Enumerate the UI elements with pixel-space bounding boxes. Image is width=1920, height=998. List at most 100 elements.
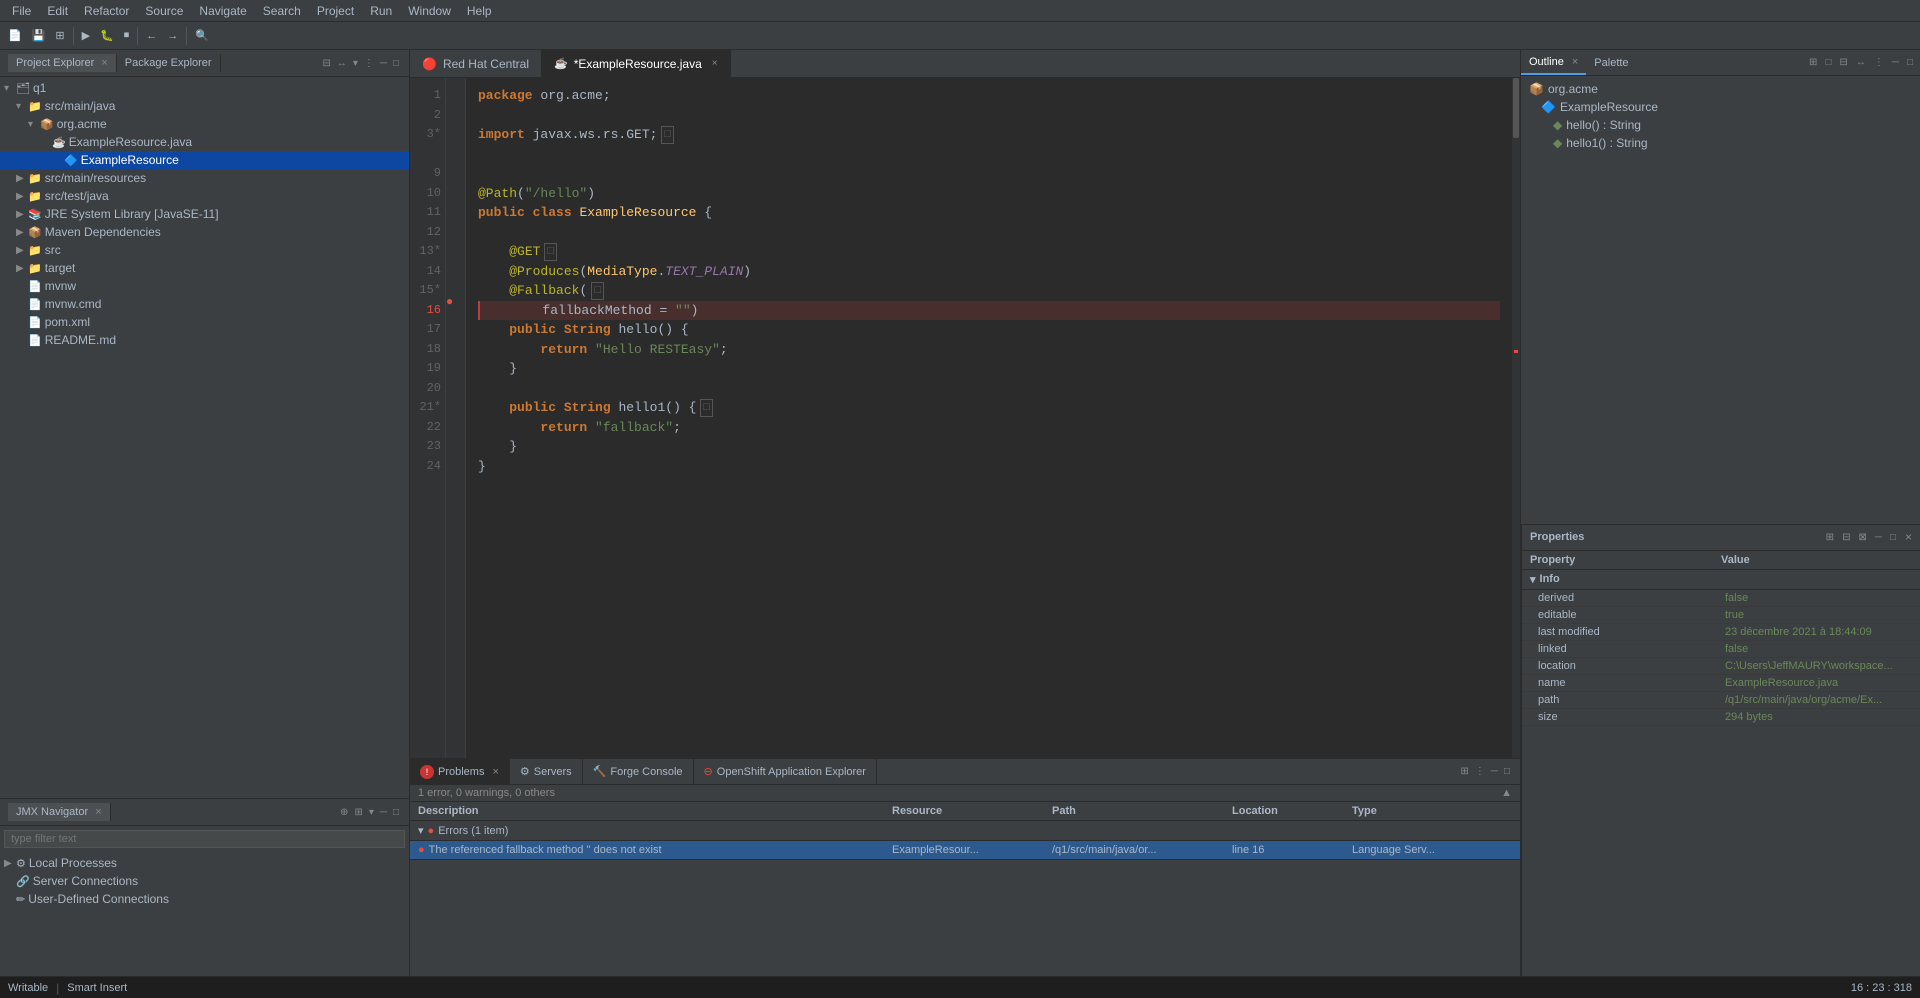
errors-group[interactable]: ▾ ● Errors (1 item) — [410, 821, 1520, 841]
props-filter-btn[interactable]: ⊟ — [1839, 530, 1853, 544]
toolbar-search[interactable]: 🔍 — [191, 25, 213, 47]
jmx-new-btn[interactable]: ⊕ — [338, 806, 350, 819]
props-copy-btn[interactable]: ⊞ — [1823, 530, 1837, 544]
tab-jmx[interactable]: JMX Navigator × — [8, 803, 111, 821]
props-cols-btn[interactable]: ⊠ — [1855, 530, 1869, 544]
menu-edit[interactable]: Edit — [39, 0, 76, 21]
jmx-server-connections[interactable]: 🔗 Server Connections — [0, 872, 409, 890]
arrow-test[interactable]: ▶ — [16, 191, 28, 202]
toolbar-debug[interactable]: 🐛 — [96, 25, 118, 47]
editor-scrollbar[interactable] — [1512, 78, 1520, 758]
menu-file[interactable]: File — [4, 0, 39, 21]
prop-editable[interactable]: editable true — [1522, 607, 1920, 624]
prop-section-info[interactable]: ▾ Info — [1522, 570, 1920, 590]
tab-servers[interactable]: ⚙ Servers — [510, 759, 583, 784]
menu-window[interactable]: Window — [400, 0, 459, 21]
jmx-refresh-btn[interactable]: ⊞ — [352, 806, 364, 819]
filter-btn[interactable]: ▾ — [351, 57, 360, 70]
arrow-src2[interactable]: ▶ — [16, 245, 28, 256]
maximize-btn[interactable]: □ — [391, 57, 401, 70]
tree-jre[interactable]: ▶ 📚 JRE System Library [JavaSE-11] — [0, 205, 409, 223]
arrow-org[interactable]: ▾ — [28, 119, 40, 130]
arrow-maven[interactable]: ▶ — [16, 227, 28, 238]
bottom-minimize-btn[interactable]: ─ — [1489, 765, 1500, 778]
fold-marker[interactable]: □ — [661, 126, 674, 145]
menu-run[interactable]: Run — [362, 0, 400, 21]
menu-search[interactable]: Search — [255, 0, 309, 21]
prop-derived[interactable]: derived false — [1522, 590, 1920, 607]
menu-project[interactable]: Project — [309, 0, 362, 21]
tree-org-acme[interactable]: ▾ 📦 org.acme — [0, 115, 409, 133]
menu-help[interactable]: Help — [459, 0, 500, 21]
props-minimize-btn[interactable]: ─ — [1872, 530, 1885, 544]
toolbar-run[interactable]: ▶ — [78, 25, 94, 47]
menu-refactor[interactable]: Refactor — [76, 0, 137, 21]
outline-maximize-btn[interactable]: □ — [1904, 56, 1916, 69]
tree-readme[interactable]: 📄 README.md — [0, 331, 409, 349]
tree-maven[interactable]: ▶ 📦 Maven Dependencies — [0, 223, 409, 241]
tree-src-test-java[interactable]: ▶ 📁 src/test/java — [0, 187, 409, 205]
tree-target[interactable]: ▶ 📁 target — [0, 259, 409, 277]
toolbar-forward[interactable]: → — [163, 25, 182, 47]
problem-row-1[interactable]: ● The referenced fallback method '' does… — [410, 841, 1520, 860]
jmx-filter-btn[interactable]: ▾ — [367, 806, 376, 819]
arrow-resources[interactable]: ▶ — [16, 173, 28, 184]
outline-sort-btn[interactable]: ⊞ — [1806, 56, 1820, 69]
outline-hello[interactable]: ◆ hello() : String — [1521, 116, 1920, 134]
fold-marker-21[interactable]: □ — [700, 399, 713, 418]
menu-source[interactable]: Source — [137, 0, 191, 21]
tree-example-resource-class[interactable]: 🔷 ExampleResource — [0, 151, 409, 169]
jmx-local-processes[interactable]: ▶ ⚙ Local Processes — [0, 854, 409, 872]
tree-pom[interactable]: 📄 pom.xml — [0, 313, 409, 331]
arrow-src[interactable]: ▾ — [16, 101, 28, 112]
code-editor[interactable]: 1 2 3* 9 10 11 12 13* 14 15* 16 17 18 19… — [410, 78, 1520, 758]
prop-size[interactable]: size 294 bytes — [1522, 709, 1920, 726]
minimize-btn[interactable]: ─ — [378, 57, 389, 70]
outline-class[interactable]: 🔷 ExampleResource — [1521, 98, 1920, 116]
tab-forge-console[interactable]: 🔨 Forge Console — [583, 759, 694, 784]
group-toggle[interactable]: ▾ — [418, 824, 424, 837]
prop-location[interactable]: location C:\Users\JeffMAURY\workspace... — [1522, 658, 1920, 675]
bottom-filter-btn[interactable]: ⊞ — [1458, 765, 1470, 778]
toolbar-stop[interactable]: ⏹ — [120, 25, 134, 47]
tab-openshift[interactable]: ⊖ OpenShift Application Explorer — [694, 759, 877, 784]
panel-menu-btn[interactable]: ⋮ — [362, 57, 376, 70]
collapse-all-btn[interactable]: ⊟ — [320, 57, 332, 70]
tab-outline[interactable]: Outline × — [1521, 50, 1586, 75]
tree-src-main-resources[interactable]: ▶ 📁 src/main/resources — [0, 169, 409, 187]
jmx-maximize-btn[interactable]: □ — [391, 806, 401, 819]
arrow-jre[interactable]: ▶ — [16, 209, 28, 220]
fold-marker-15[interactable]: □ — [591, 282, 604, 301]
tree-example-resource-java[interactable]: ☕ ExampleResource.java — [0, 133, 409, 151]
prop-linked[interactable]: linked false — [1522, 641, 1920, 658]
bottom-maximize-btn[interactable]: □ — [1502, 765, 1512, 778]
tree-src[interactable]: ▶ 📁 src — [0, 241, 409, 259]
outline-pkg[interactable]: 📦 org.acme — [1521, 80, 1920, 98]
fold-marker-13[interactable]: □ — [544, 243, 557, 262]
tree-mvnw[interactable]: 📄 mvnw — [0, 277, 409, 295]
arrow-q1[interactable]: ▾ — [4, 83, 16, 94]
outline-close[interactable]: × — [1572, 56, 1578, 68]
tab-redhat-central[interactable]: 🔴 Red Hat Central — [410, 50, 542, 77]
tab-close-icon[interactable]: × — [712, 58, 718, 69]
props-close[interactable]: × — [1905, 530, 1912, 544]
tab-example-resource[interactable]: ☕ *ExampleResource.java × — [542, 50, 731, 77]
prop-last-modified[interactable]: last modified 23 décembre 2021 à 18:44:0… — [1522, 624, 1920, 641]
tab-problems[interactable]: ! Problems × — [410, 759, 510, 784]
code-content[interactable]: package org.acme; import javax.ws.rs.GET… — [466, 78, 1512, 758]
project-explorer-close-icon[interactable]: × — [101, 57, 107, 69]
prop-path[interactable]: path /q1/src/main/java/org/acme/Ex... — [1522, 692, 1920, 709]
tree-mvnw-cmd[interactable]: 📄 mvnw.cmd — [0, 295, 409, 313]
props-maximize-btn[interactable]: □ — [1887, 530, 1899, 544]
outline-collapse-btn[interactable]: ⊟ — [1836, 56, 1850, 69]
toolbar-back[interactable]: ← — [142, 25, 161, 47]
jmx-user-defined[interactable]: ✏ User-Defined Connections — [0, 890, 409, 908]
tab-package-explorer[interactable]: Package Explorer — [117, 54, 221, 72]
toolbar-save[interactable]: 💾 — [28, 25, 50, 47]
tree-q1[interactable]: ▾ 🗂 q1 — [0, 79, 409, 97]
tree-src-main-java[interactable]: ▾ 📁 src/main/java — [0, 97, 409, 115]
outline-minimize-btn[interactable]: ─ — [1889, 56, 1902, 69]
outline-hide-btn[interactable]: □ — [1822, 56, 1834, 69]
jmx-minimize-btn[interactable]: ─ — [378, 806, 389, 819]
jmx-close-icon[interactable]: × — [95, 806, 101, 818]
